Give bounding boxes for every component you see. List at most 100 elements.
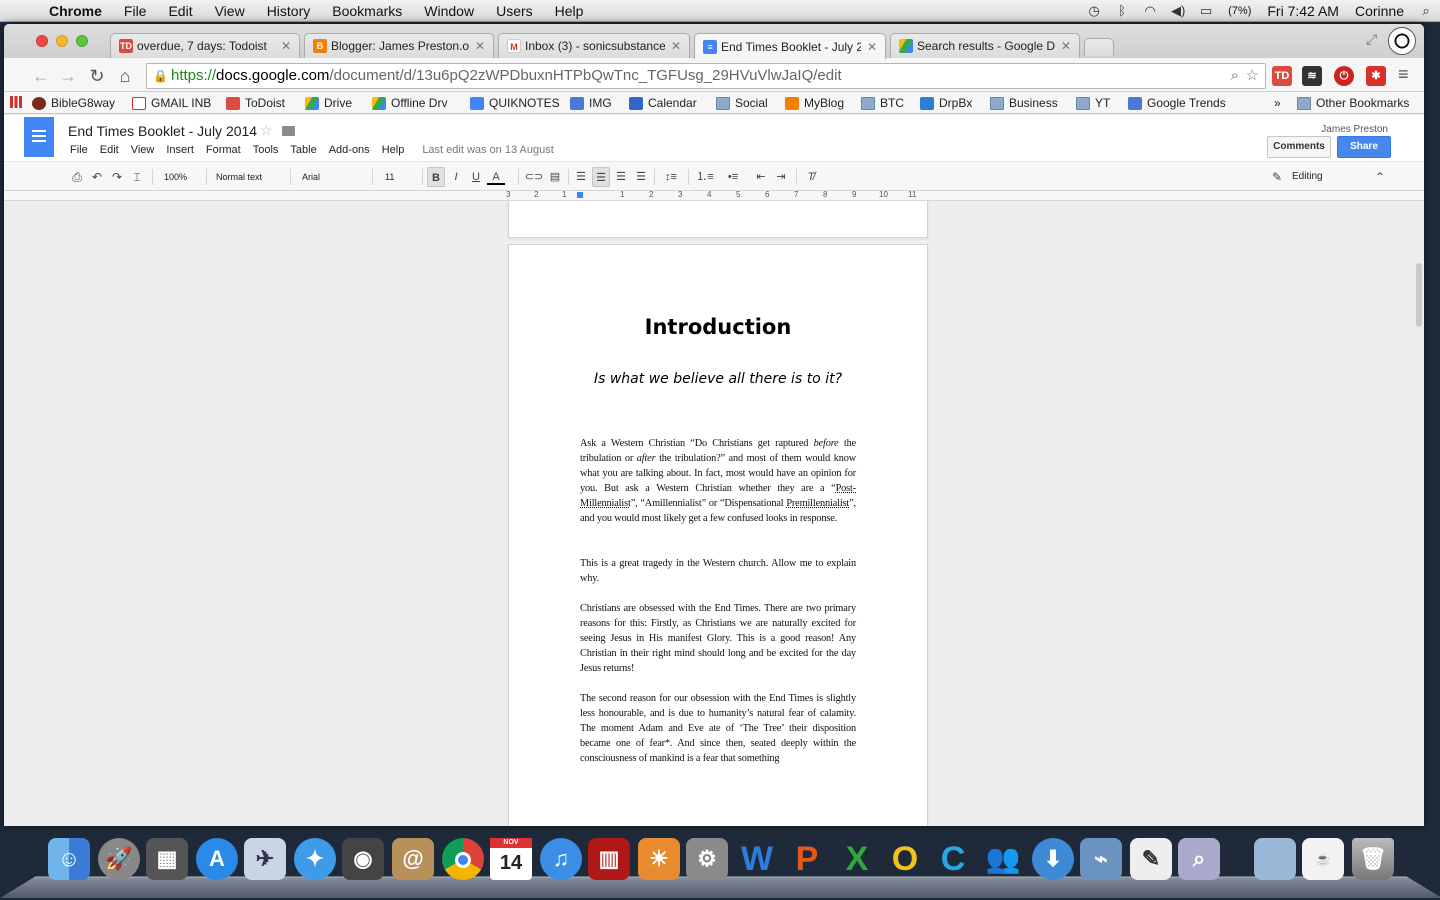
bookmark-star-icon[interactable]: ☆ — [1246, 64, 1259, 88]
close-tab-icon[interactable]: ✕ — [281, 39, 291, 53]
clock[interactable]: Fri 7:42 AM — [1259, 3, 1347, 19]
profile-avatar[interactable] — [1388, 27, 1416, 55]
close-window-icon[interactable] — [36, 35, 48, 47]
insert-link-icon[interactable]: ⊂⊃ — [524, 167, 544, 187]
volume-icon[interactable]: ◀) — [1164, 3, 1192, 19]
close-tab-icon[interactable]: ✕ — [671, 39, 681, 53]
fullscreen-icon[interactable]: ⤢ — [1366, 31, 1377, 48]
collapse-toolbar-icon[interactable]: ⌃ — [1370, 167, 1390, 187]
bookmark-business[interactable]: Business — [990, 95, 1058, 111]
app-store-icon[interactable]: A — [196, 838, 238, 880]
font-select[interactable]: Arial — [302, 167, 362, 187]
safari-icon[interactable]: ✦ — [294, 838, 336, 880]
contacts-icon[interactable]: @ — [392, 838, 434, 880]
menu-view[interactable]: View — [204, 0, 256, 22]
document-title[interactable]: End Times Booklet - July 2014 — [68, 123, 257, 139]
textedit-icon[interactable]: ✎ — [1130, 838, 1172, 880]
paragraph-2[interactable]: This is a great tragedy in the Western c… — [580, 556, 856, 586]
bookmark-drive[interactable]: Drive — [305, 95, 352, 111]
user-menu[interactable]: Corinne — [1347, 3, 1412, 19]
paragraph-1[interactable]: Ask a Western Christian “Do Christians g… — [580, 436, 856, 526]
new-tab-button[interactable] — [1084, 38, 1114, 56]
indent-marker[interactable] — [577, 192, 583, 198]
excel-icon[interactable]: X — [836, 838, 878, 880]
clear-formatting-icon[interactable]: T̸ — [802, 167, 820, 187]
power-extension-icon[interactable]: ⏻ — [1334, 66, 1354, 86]
numbered-list-icon[interactable]: ⒈≡ — [694, 167, 716, 187]
move-to-folder-icon[interactable] — [282, 126, 295, 136]
downloads-globe-icon[interactable]: ⬇ — [1032, 838, 1074, 880]
mission-control-icon[interactable]: ▦ — [146, 838, 188, 880]
last-edit-link[interactable]: Last edit was on 13 August — [422, 144, 553, 156]
zoom-window-icon[interactable] — [76, 35, 88, 47]
chrome-menu-icon[interactable]: ≡ — [1398, 64, 1409, 85]
docs-menu-table[interactable]: Table — [284, 144, 322, 156]
increase-indent-icon[interactable]: ⇥ — [772, 167, 790, 187]
menu-file[interactable]: File — [113, 0, 158, 22]
image-capture-icon[interactable]: ⌕ — [1178, 838, 1220, 880]
editing-mode-select[interactable]: Editing — [1292, 167, 1352, 187]
bold-icon[interactable]: B — [427, 167, 445, 187]
other-bookmarks[interactable]: Other Bookmarks — [1297, 95, 1409, 111]
jnlp-file-icon[interactable]: ☕ — [1302, 838, 1344, 880]
spotlight-search-icon[interactable]: ⌕ — [1412, 3, 1440, 19]
docs-menu-addons[interactable]: Add-ons — [323, 144, 376, 156]
network-icon[interactable]: ⌁ — [1080, 838, 1122, 880]
document-canvas[interactable]: Introduction Is what we believe all ther… — [4, 201, 1424, 826]
lastpass-extension-icon[interactable]: ✱ — [1366, 66, 1386, 86]
account-name[interactable]: James Preston — [1321, 124, 1388, 135]
launchpad-icon[interactable]: 🚀 — [98, 838, 140, 880]
tab-todoist[interactable]: TD overdue, 7 days: Todoist ✕ — [110, 33, 300, 58]
menu-history[interactable]: History — [256, 0, 322, 22]
text-color-icon[interactable]: A — [487, 167, 505, 185]
docs-menu-format[interactable]: Format — [200, 144, 247, 156]
calendar-icon[interactable]: NOV 14 — [490, 838, 532, 880]
redo-icon[interactable]: ↷ — [108, 167, 126, 187]
menu-bookmarks[interactable]: Bookmarks — [321, 0, 413, 22]
itunes-icon[interactable]: ♫ — [540, 838, 582, 880]
document-page[interactable]: Introduction Is what we believe all ther… — [508, 244, 928, 826]
facetime-icon[interactable]: ◉ — [342, 838, 384, 880]
docs-home-icon[interactable] — [24, 117, 54, 157]
trash-icon[interactable]: 🗑 — [1352, 838, 1394, 880]
justify-icon[interactable]: ☰ — [632, 167, 650, 187]
bookmark-todoist[interactable]: ToDoist — [226, 95, 285, 111]
bulleted-list-icon[interactable]: •≡ — [722, 167, 744, 187]
back-icon[interactable]: ← — [30, 65, 52, 87]
bookmark-img[interactable]: IMG — [570, 95, 612, 111]
align-right-icon[interactable]: ☰ — [612, 167, 630, 187]
document-subtitle[interactable]: Is what we believe all there is to it? — [509, 371, 927, 387]
editing-mode-pencil-icon[interactable]: ✎ — [1270, 167, 1284, 187]
preview-icon[interactable]: ✈ — [244, 838, 286, 880]
print-icon[interactable]: ⎙ — [68, 167, 86, 187]
bookmark-btc[interactable]: BTC — [861, 95, 904, 111]
home-icon[interactable]: ⌂ — [114, 65, 136, 87]
ruler[interactable]: 3 2 1 1 2 3 4 5 6 7 8 9 10 11 — [4, 190, 1424, 201]
system-preferences-icon[interactable]: ⚙ — [686, 838, 728, 880]
tab-drive-search[interactable]: Search results - Google Dr ✕ — [890, 33, 1080, 58]
tab-docs[interactable]: ≡ End Times Booklet - July 2 ✕ — [694, 33, 886, 59]
bookmark-myblog[interactable]: MyBlog — [785, 95, 844, 111]
docs-menu-help[interactable]: Help — [376, 144, 411, 156]
close-tab-icon[interactable]: ✕ — [867, 40, 877, 54]
align-left-icon[interactable]: ☰ — [572, 167, 590, 187]
close-tab-icon[interactable]: ✕ — [475, 39, 485, 53]
underline-icon[interactable]: U — [467, 167, 485, 187]
menu-help[interactable]: Help — [544, 0, 595, 22]
todoist-extension-icon[interactable]: TD — [1272, 66, 1292, 86]
outlook-icon[interactable]: O — [884, 838, 926, 880]
documents-folder-icon[interactable] — [1254, 838, 1296, 880]
docs-menu-file[interactable]: File — [64, 144, 94, 156]
share-button[interactable]: Share — [1337, 136, 1391, 158]
close-tab-icon[interactable]: ✕ — [1061, 39, 1071, 53]
bookmark-calendar[interactable]: Calendar — [629, 95, 697, 111]
search-icon[interactable]: ⌕ — [1231, 64, 1239, 88]
undo-icon[interactable]: ↶ — [88, 167, 106, 187]
menu-window[interactable]: Window — [413, 0, 485, 22]
zoom-select[interactable]: 100% — [164, 167, 204, 187]
address-bar[interactable]: 🔒 https://docs.google.com/document/d/13u6… — [146, 63, 1266, 89]
powerpoint-icon[interactable]: P — [786, 838, 828, 880]
style-select[interactable]: Normal text — [216, 167, 286, 187]
tab-blogger[interactable]: B Blogger: James Preston.org ✕ — [304, 33, 494, 58]
bookmark-dropbox[interactable]: DrpBx — [920, 95, 972, 111]
